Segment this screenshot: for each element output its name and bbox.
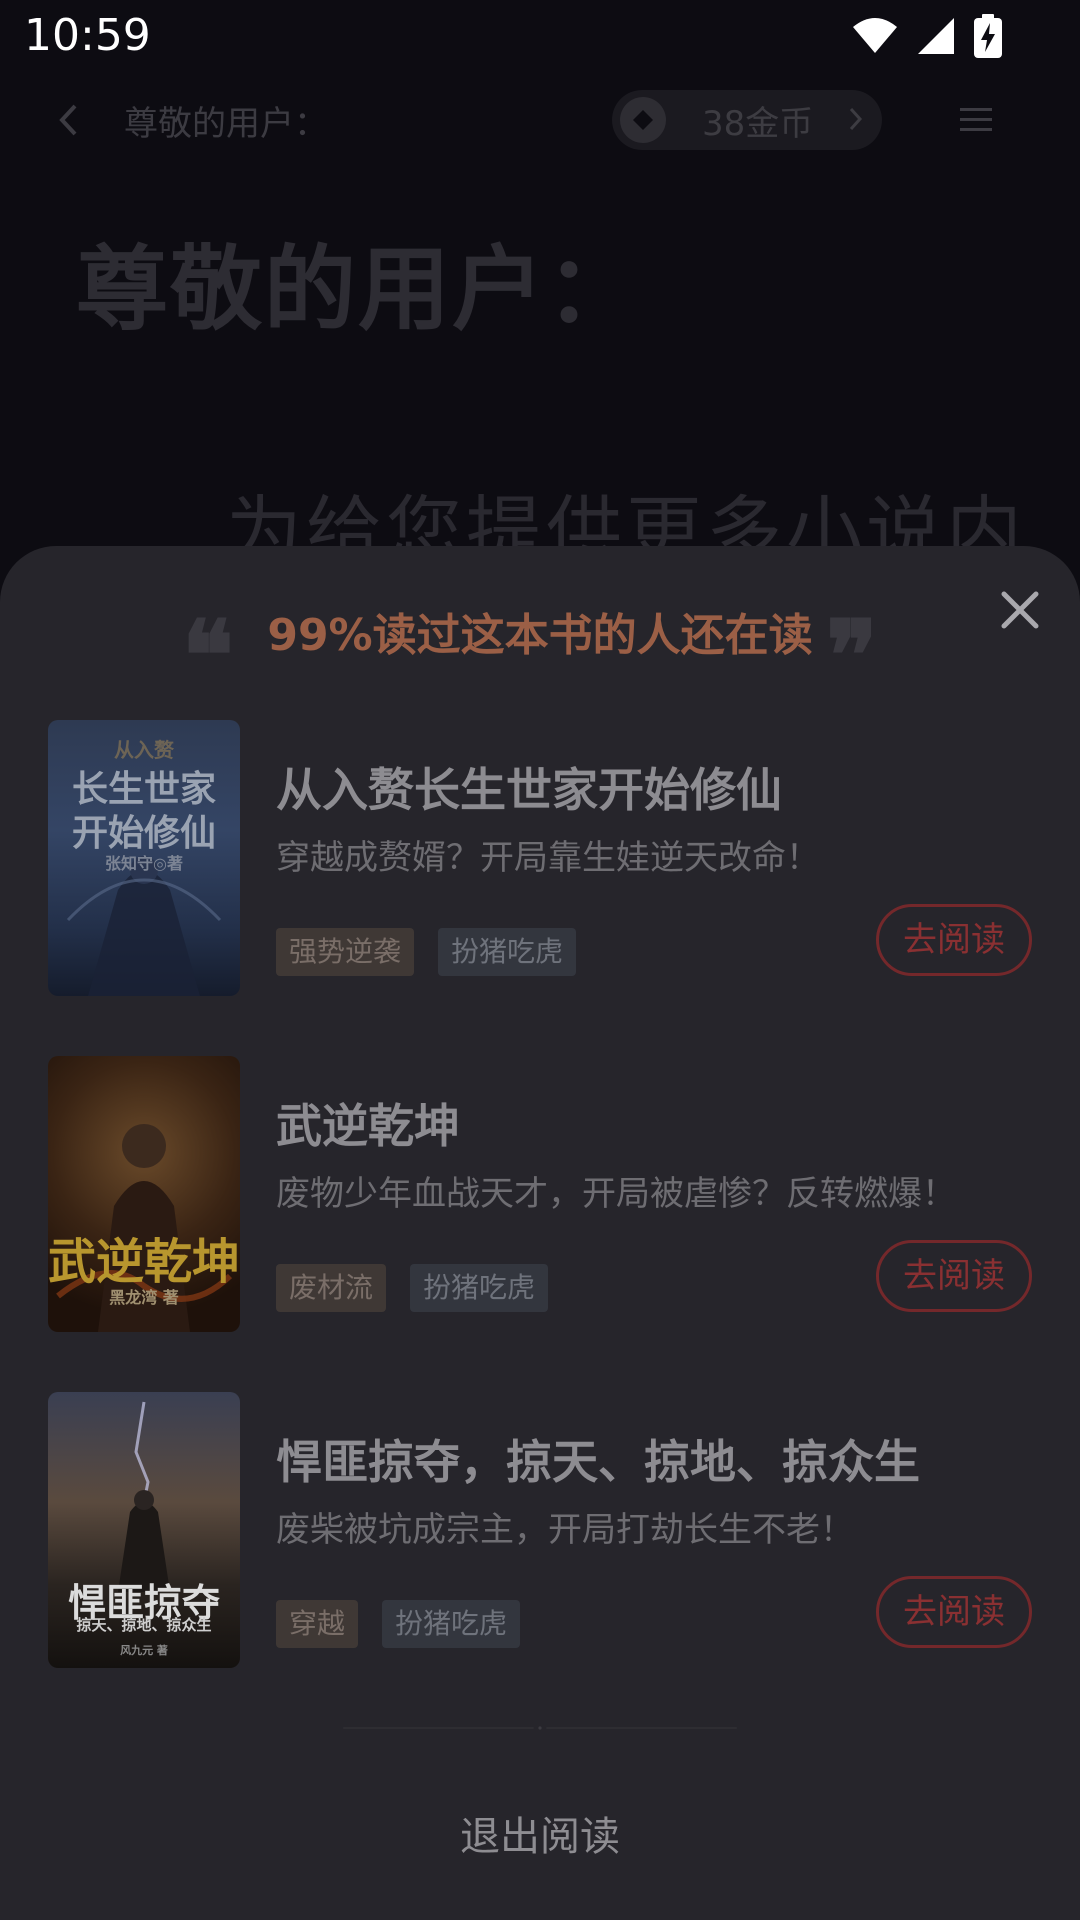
coin-balance-button[interactable]: 38金币 bbox=[612, 90, 882, 150]
status-icons bbox=[852, 14, 1002, 58]
book-title: 武逆乾坤 bbox=[276, 1099, 460, 1153]
book-item[interactable]: 从入赘 长生世家 开始修仙 张知守◎著 从入赘长生世家开始修仙 穿越成赘婿？开局… bbox=[48, 720, 1032, 996]
book-tag: 强势逆袭 bbox=[276, 928, 415, 976]
cover-author: 张知守◎著 bbox=[105, 854, 183, 873]
chevron-right-icon bbox=[849, 107, 863, 131]
cover-line: 武逆乾坤 bbox=[48, 1234, 240, 1290]
book-tag: 扮猪吃虎 bbox=[438, 928, 577, 976]
cover-author: 黑龙湾 著 bbox=[109, 1288, 179, 1307]
chevron-left-icon bbox=[59, 104, 77, 136]
letter-heading: 尊敬的用户： bbox=[76, 236, 641, 343]
status-bar: 10:59 bbox=[0, 0, 1080, 72]
book-title: 从入赘长生世家开始修仙 bbox=[276, 763, 782, 817]
back-button[interactable] bbox=[48, 96, 88, 144]
reader-top-bar: 尊敬的用户： 38金币 bbox=[0, 82, 1080, 158]
read-button[interactable]: 去阅读 bbox=[876, 904, 1032, 976]
coin-balance: 38金币 bbox=[702, 103, 814, 144]
recommendation-sheet: ❝ 99%读过这本书的人还在读 ❞ 从入赘 长生世家 开始修仙 张知守◎著 从入… bbox=[0, 546, 1080, 1920]
book-tag: 扮猪吃虎 bbox=[382, 1600, 521, 1648]
book-tags: 废材流 扮猪吃虎 bbox=[276, 1264, 549, 1312]
sheet-title: 99%读过这本书的人还在读 bbox=[267, 610, 813, 661]
book-cover: 悍匪掠夺 掠天、掠地、掠众生 风九元 著 bbox=[48, 1392, 240, 1668]
battery-charging-icon bbox=[974, 14, 1002, 58]
wifi-icon bbox=[853, 18, 897, 53]
book-description: 废物少年血战天才，开局被虐惨？反转燃爆！ bbox=[276, 1174, 956, 1214]
book-tags: 强势逆袭 扮猪吃虎 bbox=[276, 928, 577, 976]
coin-icon bbox=[620, 97, 666, 143]
read-button[interactable]: 去阅读 bbox=[876, 1576, 1032, 1648]
cover-author: 风九元 著 bbox=[120, 1644, 168, 1657]
book-title: 悍匪掠夺，掠天、掠地、掠众生 bbox=[276, 1435, 920, 1489]
menu-icon[interactable] bbox=[958, 100, 994, 140]
book-description: 废柴被坑成宗主，开局打劫长生不老！ bbox=[276, 1510, 854, 1550]
signal-icon bbox=[918, 18, 954, 54]
book-tag: 穿越 bbox=[276, 1600, 359, 1648]
cover-line: 从入赘 bbox=[114, 738, 174, 762]
book-tag: 废材流 bbox=[276, 1264, 387, 1312]
exit-reading-button[interactable]: 退出阅读 bbox=[0, 1804, 1080, 1862]
cover-line: 开始修仙 bbox=[71, 812, 216, 854]
cover-line: 掠天、掠地、掠众生 bbox=[76, 1616, 212, 1634]
book-cover: 武逆乾坤 黑龙湾 著 bbox=[48, 1056, 240, 1332]
book-item[interactable]: 悍匪掠夺 掠天、掠地、掠众生 风九元 著 悍匪掠夺，掠天、掠地、掠众生 废柴被坑… bbox=[48, 1392, 1032, 1668]
book-item[interactable]: 武逆乾坤 黑龙湾 著 武逆乾坤 废物少年血战天才，开局被虐惨？反转燃爆！ 废材流… bbox=[48, 1056, 1032, 1332]
book-cover: 从入赘 长生世家 开始修仙 张知守◎著 bbox=[48, 720, 240, 996]
status-time: 10:59 bbox=[24, 10, 151, 61]
book-tag: 扮猪吃虎 bbox=[410, 1264, 549, 1312]
divider bbox=[343, 1726, 737, 1730]
sheet-header: ❝ 99%读过这本书的人还在读 ❞ bbox=[0, 608, 1080, 704]
book-tags: 穿越 扮猪吃虎 bbox=[276, 1600, 521, 1648]
close-quote-icon: ❞ bbox=[826, 599, 878, 712]
book-description: 穿越成赘婿？开局靠生娃逆天改命！ bbox=[276, 838, 820, 878]
top-bar-title: 尊敬的用户： bbox=[124, 104, 328, 144]
read-button[interactable]: 去阅读 bbox=[876, 1240, 1032, 1312]
